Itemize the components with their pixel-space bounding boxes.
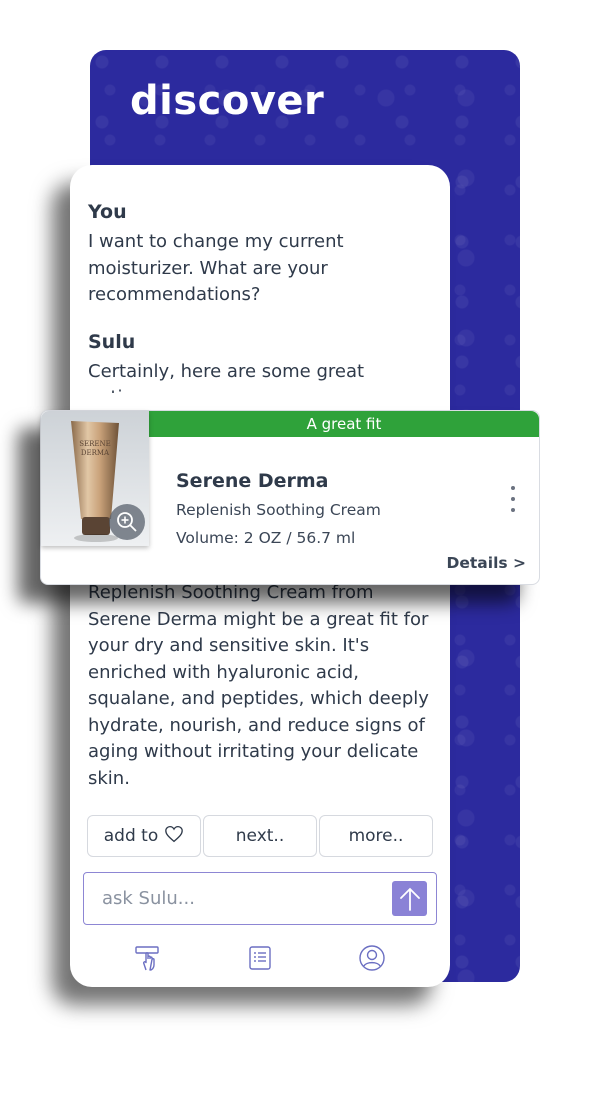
- more-button[interactable]: more..: [319, 815, 433, 857]
- chat-thread: You I want to change my current moisturi…: [88, 201, 438, 393]
- user-name: You: [88, 201, 127, 223]
- product-brand: Serene Derma: [176, 470, 329, 492]
- profile-icon[interactable]: [357, 943, 387, 973]
- product-name: Replenish Soothing Cream: [176, 501, 381, 519]
- zoom-button[interactable]: [109, 504, 145, 540]
- ask-box: [83, 872, 437, 925]
- product-card[interactable]: A great fit SERENE DERMA Serene Derma Re…: [40, 410, 540, 585]
- add-to-favorites-button[interactable]: add to: [87, 815, 201, 857]
- page-title: discover: [130, 78, 325, 124]
- action-buttons: add to next.. more..: [87, 815, 433, 857]
- tube-label-line2: DERMA: [81, 449, 110, 457]
- zoom-in-icon: [117, 512, 137, 532]
- user-message: I want to change my current moisturizer.…: [88, 231, 344, 305]
- tap-hand-icon[interactable]: [133, 943, 163, 973]
- next-button[interactable]: next..: [203, 815, 317, 857]
- details-link[interactable]: Details >: [447, 554, 526, 572]
- assistant-name: Sulu: [88, 330, 136, 353]
- fit-badge: A great fit: [149, 411, 539, 437]
- product-volume: Volume: 2 OZ / 56.7 ml: [176, 529, 356, 547]
- assistant-intro-message: Certainly, here are some great options:: [88, 360, 365, 393]
- tube-label-line1: SERENE: [79, 440, 111, 448]
- send-button[interactable]: [392, 881, 427, 916]
- assistant-detail-message: Replenish Soothing Cream from Serene Der…: [88, 582, 429, 789]
- add-to-label: add to: [103, 826, 159, 846]
- product-image[interactable]: SERENE DERMA: [41, 411, 149, 546]
- ask-input[interactable]: [102, 873, 382, 923]
- bottom-nav: [70, 943, 450, 979]
- list-icon[interactable]: [245, 943, 275, 973]
- arrow-up-icon: [399, 887, 420, 911]
- heart-icon: [164, 825, 184, 848]
- more-options-icon[interactable]: [507, 486, 519, 512]
